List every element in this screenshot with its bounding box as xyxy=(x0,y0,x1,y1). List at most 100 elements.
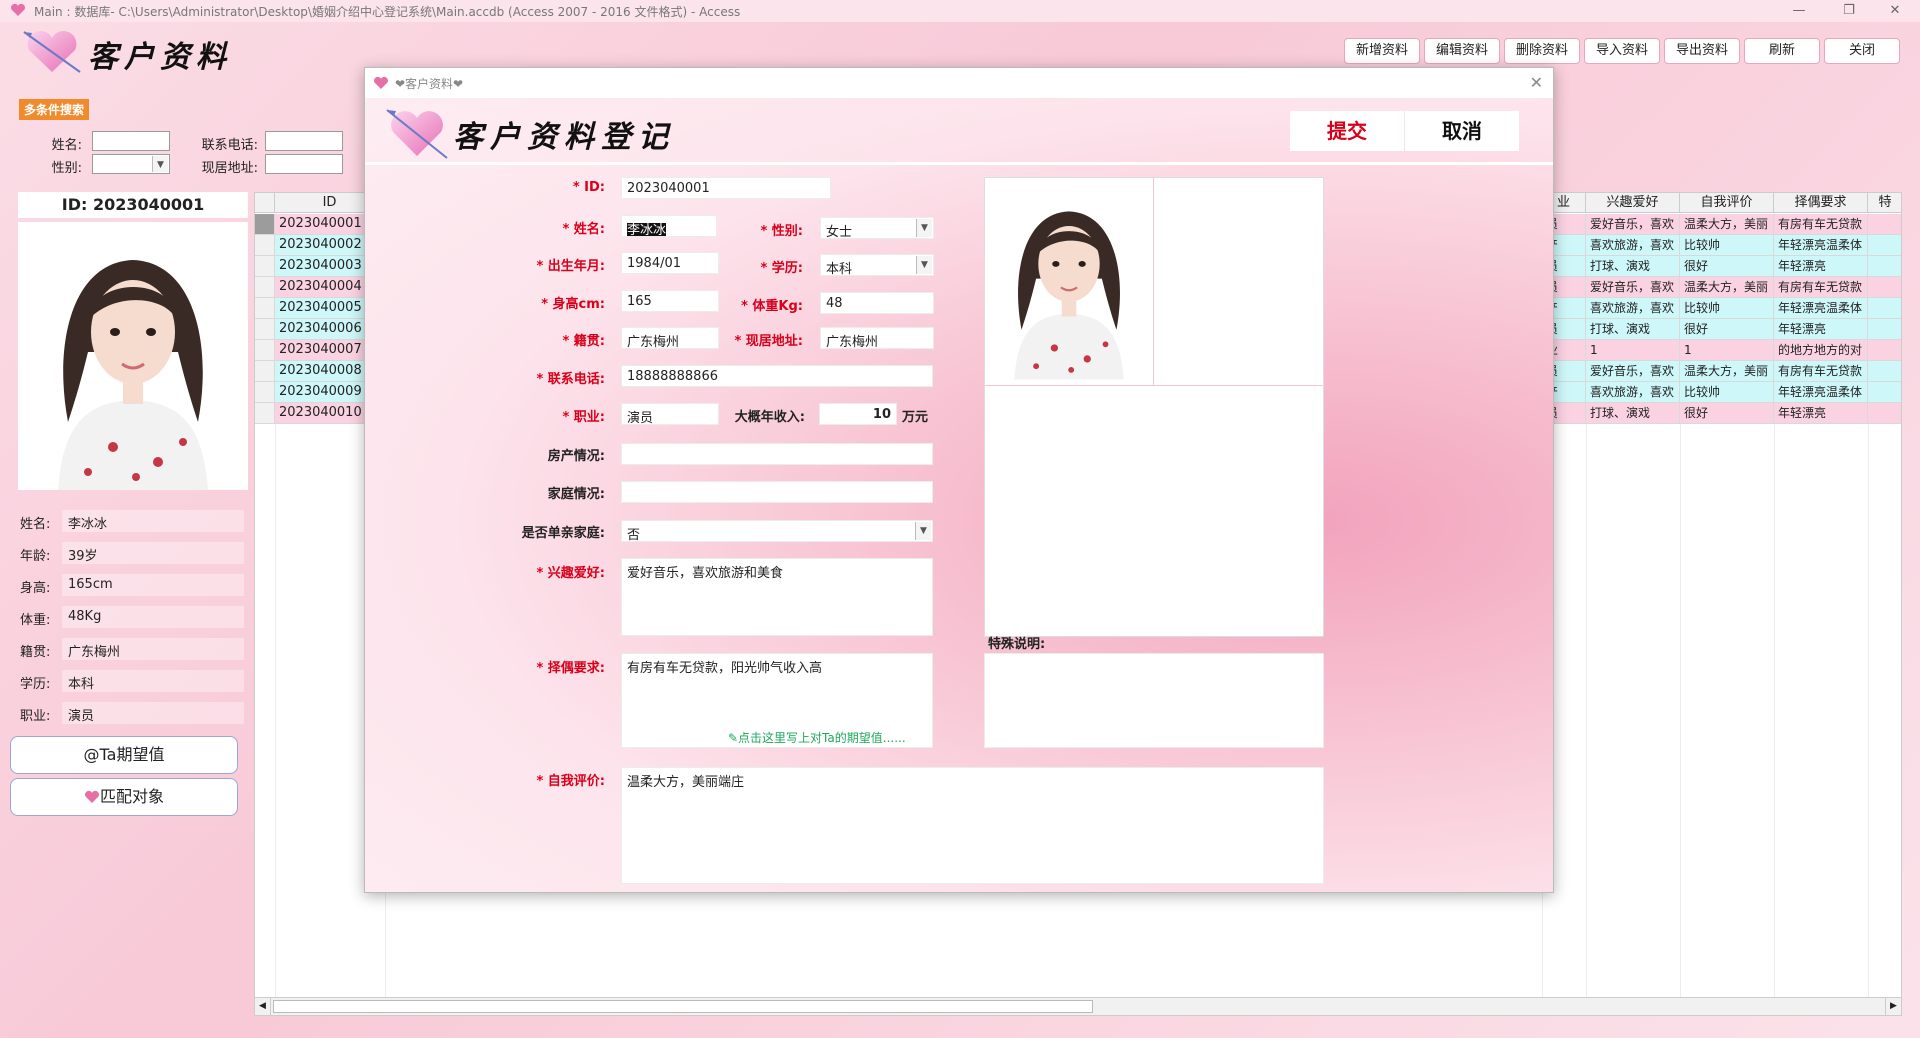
hobby-label: * 兴趣爱好: xyxy=(536,566,605,581)
row-selector[interactable] xyxy=(255,235,275,256)
special-field[interactable] xyxy=(984,653,1324,748)
submit-button[interactable]: 提交 xyxy=(1290,111,1404,151)
page-title: 客户资料 xyxy=(88,40,232,75)
horizontal-scrollbar[interactable]: ◀ ▶ xyxy=(255,997,1901,1015)
table-cell[interactable] xyxy=(1868,403,1901,424)
row-selector[interactable] xyxy=(255,319,275,340)
table-cell[interactable] xyxy=(1868,319,1901,340)
table-cell[interactable]: 喜欢旅游，喜欢 xyxy=(1586,382,1680,403)
education-select[interactable]: 本科 ▼ xyxy=(820,254,934,276)
table-cell[interactable]: 1 xyxy=(1680,340,1774,361)
table-cell[interactable]: 有房有车无贷款 xyxy=(1774,214,1868,235)
table-cell[interactable]: 喜欢旅游，喜欢 xyxy=(1586,235,1680,256)
column-header-self[interactable]: 自我评价 xyxy=(1680,193,1774,213)
search-name-input[interactable] xyxy=(92,131,170,151)
minimize-button[interactable]: — xyxy=(1776,0,1822,22)
gender-select[interactable]: 女士 ▼ xyxy=(820,217,934,239)
column-header-mate[interactable]: 择偶要求 xyxy=(1774,193,1868,213)
table-cell[interactable] xyxy=(1868,382,1901,403)
table-cell[interactable]: 比较帅 xyxy=(1680,382,1774,403)
table-cell[interactable]: 喜欢旅游，喜欢 xyxy=(1586,298,1680,319)
address-field[interactable]: 广东梅州 xyxy=(820,327,934,349)
house-field[interactable] xyxy=(621,443,933,465)
row-selector[interactable] xyxy=(255,361,275,382)
row-selector[interactable] xyxy=(255,298,275,319)
row-selector[interactable] xyxy=(255,340,275,361)
table-cell[interactable] xyxy=(1868,214,1901,235)
table-cell[interactable]: 年轻漂亮温柔体 xyxy=(1774,298,1868,319)
chevron-down-icon[interactable]: ▼ xyxy=(152,156,168,172)
table-cell[interactable]: 比较帅 xyxy=(1680,298,1774,319)
table-cell[interactable] xyxy=(1868,340,1901,361)
cancel-button[interactable]: 取消 xyxy=(1405,111,1519,151)
table-cell[interactable]: 打球、演戏 xyxy=(1586,319,1680,340)
self-eval-field[interactable]: 温柔大方，美丽端庄 xyxy=(621,767,1324,884)
import-button[interactable]: 导入资料 xyxy=(1584,38,1660,64)
column-header-hobby[interactable]: 兴趣爱好 xyxy=(1586,193,1680,213)
table-cell[interactable]: 年轻漂亮 xyxy=(1774,403,1868,424)
scroll-left-icon[interactable]: ◀ xyxy=(255,998,271,1015)
table-cell[interactable]: 很好 xyxy=(1680,403,1774,424)
search-address-input[interactable] xyxy=(265,154,343,174)
table-cell[interactable]: 温柔大方，美丽 xyxy=(1680,361,1774,382)
close-window-button[interactable]: ✕ xyxy=(1872,0,1918,22)
scroll-right-icon[interactable]: ▶ xyxy=(1885,998,1901,1015)
table-cell[interactable]: 打球、演戏 xyxy=(1586,256,1680,277)
table-cell[interactable]: 的地方地方的对 xyxy=(1774,340,1868,361)
table-cell[interactable]: 爱好音乐，喜欢 xyxy=(1586,214,1680,235)
edit-record-button[interactable]: 编辑资料 xyxy=(1424,38,1500,64)
table-cell[interactable]: 爱好音乐，喜欢 xyxy=(1586,361,1680,382)
income-field[interactable]: 10 xyxy=(819,403,897,425)
photo-panel[interactable] xyxy=(984,177,1324,637)
match-button[interactable]: 匹配对象 xyxy=(10,778,238,816)
restore-button[interactable]: ❐ xyxy=(1826,0,1872,22)
chevron-down-icon[interactable]: ▼ xyxy=(916,219,932,237)
chevron-down-icon[interactable]: ▼ xyxy=(915,522,931,540)
table-cell[interactable]: 年轻漂亮 xyxy=(1774,319,1868,340)
table-cell[interactable]: 很好 xyxy=(1680,319,1774,340)
table-cell[interactable]: 年轻漂亮 xyxy=(1774,256,1868,277)
search-gender-select[interactable]: ▼ xyxy=(92,154,170,174)
phone-field[interactable]: 18888888866 xyxy=(621,365,933,387)
row-selector[interactable] xyxy=(255,277,275,298)
hobby-field[interactable]: 爱好音乐，喜欢旅游和美食 xyxy=(621,558,933,636)
id-field[interactable]: 2023040001 xyxy=(621,177,831,199)
table-cell[interactable] xyxy=(1868,235,1901,256)
table-cell[interactable]: 有房有车无贷款 xyxy=(1774,277,1868,298)
table-cell[interactable] xyxy=(1868,256,1901,277)
dialog-logo-heart-icon xyxy=(386,109,448,159)
table-cell[interactable] xyxy=(1868,361,1901,382)
table-cell[interactable]: 很好 xyxy=(1680,256,1774,277)
table-cell[interactable]: 比较帅 xyxy=(1680,235,1774,256)
table-cell[interactable]: 1 xyxy=(1586,340,1680,361)
table-cell[interactable]: 温柔大方，美丽 xyxy=(1680,277,1774,298)
single-parent-select[interactable]: 否 ▼ xyxy=(621,520,933,542)
table-cell[interactable]: 年轻漂亮温柔体 xyxy=(1774,235,1868,256)
dialog-close-icon[interactable]: ✕ xyxy=(1530,73,1543,92)
column-header-special[interactable]: 特 xyxy=(1868,193,1901,213)
table-cell[interactable] xyxy=(1868,277,1901,298)
close-form-button[interactable]: 关闭 xyxy=(1824,38,1900,64)
scroll-thumb[interactable] xyxy=(273,1000,1093,1013)
family-field[interactable] xyxy=(621,481,933,503)
refresh-button[interactable]: 刷新 xyxy=(1744,38,1820,64)
birth-label: * 出生年月: xyxy=(536,259,605,274)
row-selector[interactable] xyxy=(255,214,275,235)
weight-field[interactable]: 48 xyxy=(820,292,934,314)
table-cell[interactable] xyxy=(1868,298,1901,319)
add-record-button[interactable]: 新增资料 xyxy=(1344,38,1420,64)
table-cell[interactable]: 爱好音乐，喜欢 xyxy=(1586,277,1680,298)
table-cell[interactable]: 温柔大方，美丽 xyxy=(1680,214,1774,235)
table-cell[interactable]: 有房有车无贷款 xyxy=(1774,361,1868,382)
row-selector[interactable] xyxy=(255,382,275,403)
delete-record-button[interactable]: 删除资料 xyxy=(1504,38,1580,64)
chevron-down-icon[interactable]: ▼ xyxy=(916,256,932,274)
search-phone-input[interactable] xyxy=(265,131,343,151)
export-button[interactable]: 导出资料 xyxy=(1664,38,1740,64)
mate-hint-link[interactable]: ✎点击这里写上对Ta的期望值...... xyxy=(728,729,906,746)
expectation-button[interactable]: @Ta期望值 xyxy=(10,736,238,774)
table-cell[interactable]: 年轻漂亮温柔体 xyxy=(1774,382,1868,403)
row-selector[interactable] xyxy=(255,403,275,424)
table-cell[interactable]: 打球、演戏 xyxy=(1586,403,1680,424)
row-selector[interactable] xyxy=(255,256,275,277)
